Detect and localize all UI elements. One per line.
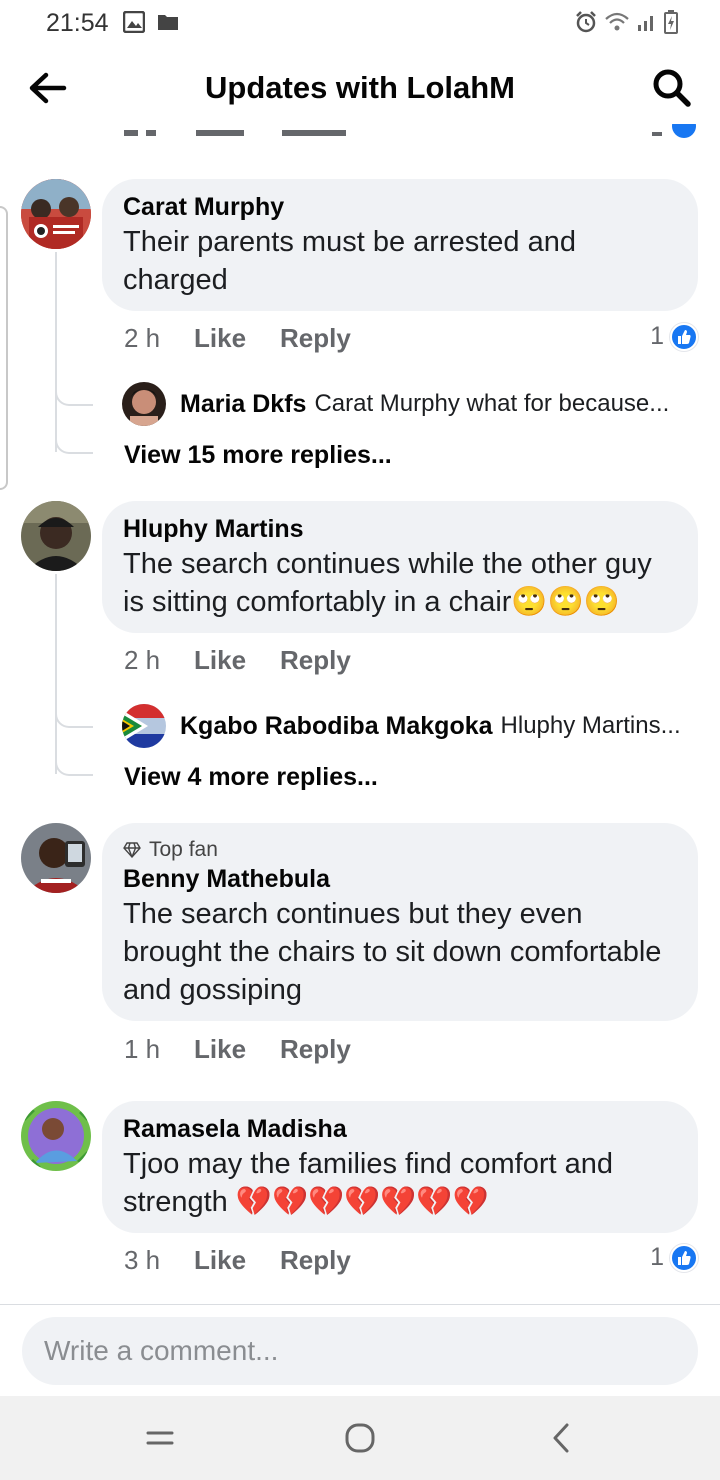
avatar[interactable] [21, 823, 91, 893]
top-app-bar: Updates with LolahM [0, 44, 720, 132]
avatar[interactable] [122, 704, 166, 748]
avatar[interactable] [21, 179, 91, 249]
reply-author[interactable]: Kgabo Rabodiba Makgoka [180, 712, 493, 741]
wifi-icon [605, 12, 629, 31]
comment-time[interactable]: 2 h [124, 323, 194, 354]
comment-bubble[interactable]: Hluphy Martins The search continues whil… [102, 501, 698, 633]
chevron-left-icon [553, 1423, 569, 1453]
like-button[interactable]: Like [194, 645, 246, 676]
comment-time[interactable]: 1 h [124, 1034, 194, 1065]
status-bar: 21:54 [0, 0, 720, 44]
reaction-count[interactable]: 1 [650, 1243, 698, 1272]
reply-author[interactable]: Maria Dkfs [180, 390, 306, 419]
signal-icon [638, 16, 653, 31]
home-icon [345, 1423, 375, 1453]
home-button[interactable] [338, 1416, 382, 1460]
avatar[interactable] [21, 1101, 91, 1171]
comment-author[interactable]: Hluphy Martins [123, 513, 678, 545]
like-button[interactable]: Like [194, 1245, 246, 1276]
comment-actions: 1 h Like Reply [124, 1034, 385, 1065]
reply-preview[interactable]: Maria Dkfs Carat Murphy what for because… [122, 382, 669, 426]
reply-button[interactable]: Reply [280, 645, 351, 676]
comment-text: Tjoo may the families find comfort and s… [123, 1148, 613, 1218]
comment-author[interactable]: Benny Mathebula [123, 863, 678, 895]
comment-text: The search continues while the other guy… [123, 548, 652, 618]
comment-actions: 3 h Like Reply [124, 1245, 385, 1276]
thumbs-up-icon [670, 1243, 698, 1272]
comment-bubble[interactable]: Ramasela Madisha Tjoo may the families f… [102, 1101, 698, 1233]
avatar[interactable] [21, 501, 91, 571]
comment-author[interactable]: Carat Murphy [123, 191, 678, 223]
recent-apps-button[interactable] [138, 1416, 182, 1460]
comment-bubble[interactable]: Carat Murphy Their parents must be arres… [102, 179, 698, 311]
comment-bubble[interactable]: Top fan Benny Mathebula The search conti… [102, 823, 698, 1021]
comment-time[interactable]: 3 h [124, 1245, 194, 1276]
comment-actions: 2 h Like Reply [124, 323, 385, 354]
reply-snippet: Carat Murphy what for because... [314, 390, 670, 417]
top-fan-label: Top fan [149, 838, 218, 861]
top-fan-badge: Top fan [123, 837, 678, 863]
reply-preview[interactable]: Kgabo Rabodiba Makgoka Hluphy Martins... [122, 704, 681, 748]
alarm-icon [576, 11, 596, 33]
like-button[interactable]: Like [194, 323, 246, 354]
comment-author[interactable]: Ramasela Madisha [123, 1113, 678, 1145]
status-time: 21:54 [46, 9, 109, 37]
view-more-replies[interactable]: View 4 more replies... [124, 763, 378, 792]
search-button[interactable] [650, 66, 692, 108]
comment-actions: 2 h Like Reply [124, 645, 385, 676]
reaction-number: 1 [650, 1243, 664, 1271]
recent-apps-icon [146, 1431, 174, 1445]
reply-button[interactable]: Reply [280, 323, 351, 354]
like-button[interactable]: Like [194, 1034, 246, 1065]
page-title: Updates with LolahM [205, 70, 515, 105]
search-icon [653, 69, 691, 107]
comment-input[interactable] [22, 1317, 698, 1385]
system-back-button[interactable] [540, 1416, 584, 1460]
comment-composer [0, 1304, 720, 1396]
avatar[interactable] [122, 382, 166, 426]
folder-icon [158, 15, 178, 30]
battery-icon [664, 10, 678, 34]
scrolled-off-action-row [120, 124, 700, 142]
comment-text: Their parents must be arrested and charg… [123, 226, 576, 296]
view-more-replies[interactable]: View 15 more replies... [124, 441, 392, 470]
reaction-count[interactable]: 1 [650, 322, 698, 351]
image-icon [123, 11, 145, 33]
reply-button[interactable]: Reply [280, 1245, 351, 1276]
reaction-number: 1 [650, 322, 664, 350]
thumbs-up-icon [670, 322, 698, 351]
diamond-icon [123, 842, 141, 858]
reply-snippet: Hluphy Martins... [500, 712, 681, 739]
reply-button[interactable]: Reply [280, 1034, 351, 1065]
comment-time[interactable]: 2 h [124, 645, 194, 676]
comment-text: The search continues but they even broug… [123, 898, 662, 1006]
edge-panel-handle[interactable] [0, 206, 8, 490]
system-nav-bar [0, 1396, 720, 1480]
